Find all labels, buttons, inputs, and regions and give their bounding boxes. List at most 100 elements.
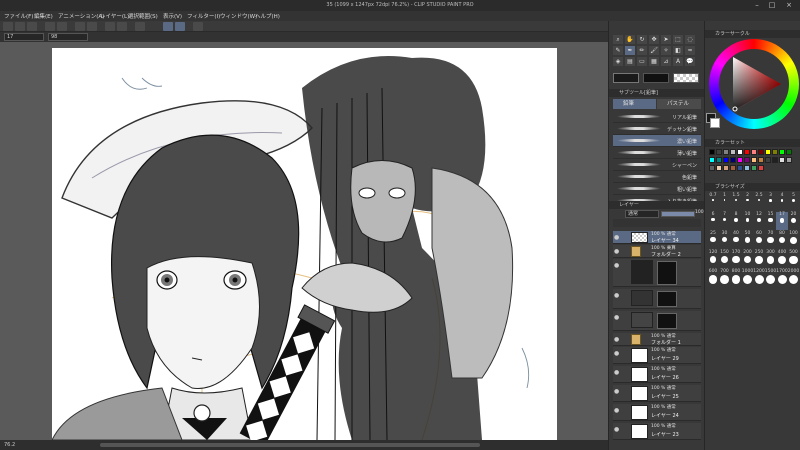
- color-swatch[interactable]: [737, 157, 743, 163]
- brush-size-option[interactable]: 2.5: [753, 193, 765, 211]
- fill-icon[interactable]: [87, 22, 97, 31]
- color-swatch[interactable]: [709, 165, 715, 171]
- main-color-chip[interactable]: [613, 73, 639, 83]
- color-swatch[interactable]: [744, 165, 750, 171]
- brush-size-option[interactable]: 6: [707, 212, 719, 230]
- eye-icon[interactable]: ●: [614, 388, 619, 395]
- layer-row[interactable]: ●: [613, 259, 701, 287]
- clear-icon[interactable]: [75, 22, 85, 31]
- brush-size-option[interactable]: 1: [719, 193, 731, 211]
- menu-view[interactable]: 表示(V): [163, 12, 182, 20]
- color-swatch[interactable]: [744, 149, 750, 155]
- menu-filter[interactable]: フィルター(I): [187, 12, 220, 20]
- brush-size-option[interactable]: 4: [776, 193, 788, 211]
- brush-size-option[interactable]: 10: [742, 212, 754, 230]
- layer-row[interactable]: ● 100 % 通常 レイヤー 25: [613, 385, 701, 402]
- eraser-tool-icon[interactable]: ◧: [673, 46, 683, 55]
- eye-icon[interactable]: ●: [614, 292, 619, 299]
- brush-size-option[interactable]: 1.5: [730, 193, 742, 211]
- brush-size-option[interactable]: 150: [719, 250, 731, 268]
- invert-selection-icon[interactable]: [135, 22, 145, 31]
- sub-color-swatch[interactable]: [710, 118, 720, 128]
- brush-size-option[interactable]: 1500: [765, 269, 777, 287]
- brush-size-option[interactable]: 25: [707, 231, 719, 249]
- gradient-tool-icon[interactable]: ▤: [625, 57, 635, 66]
- eye-icon[interactable]: ●: [614, 262, 619, 269]
- operation-tool-icon[interactable]: ➤: [661, 35, 671, 44]
- brush-size-option[interactable]: 5: [788, 193, 800, 211]
- color-swatch[interactable]: [730, 149, 736, 155]
- open-file-icon[interactable]: [15, 22, 25, 31]
- canvas-area[interactable]: [0, 42, 608, 440]
- lasso-tool-icon[interactable]: ◌: [685, 35, 695, 44]
- brush-size-option[interactable]: 50: [742, 231, 754, 249]
- eye-icon[interactable]: ●: [614, 407, 619, 414]
- rotate-tool-icon[interactable]: ↻: [637, 35, 647, 44]
- color-swatch[interactable]: [716, 165, 722, 171]
- airbrush-tool-icon[interactable]: ✧: [661, 46, 671, 55]
- eye-icon[interactable]: ●: [614, 336, 619, 343]
- brush-tool-icon[interactable]: 🖌: [649, 46, 659, 55]
- brush-size-option[interactable]: 250: [753, 250, 765, 268]
- brush-item[interactable]: リアル鉛筆: [613, 111, 701, 123]
- snap-grid-icon[interactable]: [175, 22, 185, 31]
- color-swatch[interactable]: [723, 157, 729, 163]
- brush-item[interactable]: 薄い鉛筆: [613, 147, 701, 159]
- menu-window[interactable]: ウィンドウ(W): [220, 12, 257, 20]
- brush-size-option[interactable]: 300: [765, 250, 777, 268]
- brush-size-option[interactable]: 80: [776, 231, 788, 249]
- layer-opacity-slider[interactable]: [661, 211, 695, 217]
- brush-size-option[interactable]: 7: [719, 212, 731, 230]
- color-swatch[interactable]: [751, 157, 757, 163]
- brush-size-option[interactable]: 600: [707, 269, 719, 287]
- brush-size-option[interactable]: 100: [788, 231, 800, 249]
- eye-icon[interactable]: ●: [614, 350, 619, 357]
- transparent-color-chip[interactable]: [673, 73, 699, 83]
- color-swatch[interactable]: [751, 149, 757, 155]
- layer-row[interactable]: ● 100 % 通常 レイヤー 29: [613, 347, 701, 364]
- brush-size-option[interactable]: 20: [788, 212, 800, 230]
- menu-help[interactable]: ヘルプ(H): [255, 12, 280, 20]
- brush-size-option[interactable]: 1200: [753, 269, 765, 287]
- menu-selection[interactable]: 選択範囲(S): [128, 12, 158, 20]
- maximize-icon[interactable]: □: [765, 1, 779, 10]
- tab-pencil[interactable]: 鉛筆: [613, 99, 656, 109]
- brush-item-selected[interactable]: 濃い鉛筆: [613, 135, 701, 147]
- undo-icon[interactable]: [45, 22, 55, 31]
- redo-icon[interactable]: [57, 22, 67, 31]
- color-swatch[interactable]: [709, 157, 715, 163]
- pen-tool-icon[interactable]: ✒: [625, 46, 635, 55]
- brush-size-option[interactable]: 2000: [788, 269, 800, 287]
- brush-size-option[interactable]: 700: [719, 269, 731, 287]
- color-swatch[interactable]: [772, 149, 778, 155]
- brush-size-field[interactable]: 17: [4, 33, 44, 41]
- transform-icon[interactable]: [105, 22, 115, 31]
- menu-layer[interactable]: レイヤー(L): [100, 12, 129, 20]
- color-swatch[interactable]: [786, 157, 792, 163]
- brush-size-option[interactable]: 500: [788, 250, 800, 268]
- brush-size-option[interactable]: 120: [707, 250, 719, 268]
- eye-icon[interactable]: ●: [614, 234, 619, 241]
- brush-size-option[interactable]: 1700: [776, 269, 788, 287]
- brush-item[interactable]: 粗い鉛筆: [613, 183, 701, 195]
- brush-size-option[interactable]: 400: [776, 250, 788, 268]
- color-swatch[interactable]: [772, 157, 778, 163]
- minimize-icon[interactable]: –: [750, 1, 764, 10]
- layer-row[interactable]: ● 100 % 通常 レイヤー 34: [613, 231, 701, 244]
- brush-size-option[interactable]: 17: [776, 212, 788, 230]
- layer-row[interactable]: ●: [613, 311, 701, 331]
- brush-size-option[interactable]: 0.7: [707, 193, 719, 211]
- hand-tool-icon[interactable]: ✋: [625, 35, 635, 44]
- pencil-tool-icon[interactable]: ✏: [637, 46, 647, 55]
- eye-icon[interactable]: ●: [614, 426, 619, 433]
- blend-mode-select[interactable]: 通常: [625, 210, 659, 218]
- color-swatch[interactable]: [765, 157, 771, 163]
- brush-size-option[interactable]: 170: [730, 250, 742, 268]
- brush-size-option[interactable]: 2: [742, 193, 754, 211]
- layer-row[interactable]: ● 100 % 通常 レイヤー 26: [613, 366, 701, 383]
- layer-folder-row[interactable]: ● 100 % 乗算 フォルダー 2: [613, 245, 701, 258]
- layer-row[interactable]: ● 100 % 通常 レイヤー 23: [613, 423, 701, 440]
- brush-size-option[interactable]: 3: [765, 193, 777, 211]
- brush-size-option[interactable]: 800: [730, 269, 742, 287]
- color-swatch[interactable]: [723, 165, 729, 171]
